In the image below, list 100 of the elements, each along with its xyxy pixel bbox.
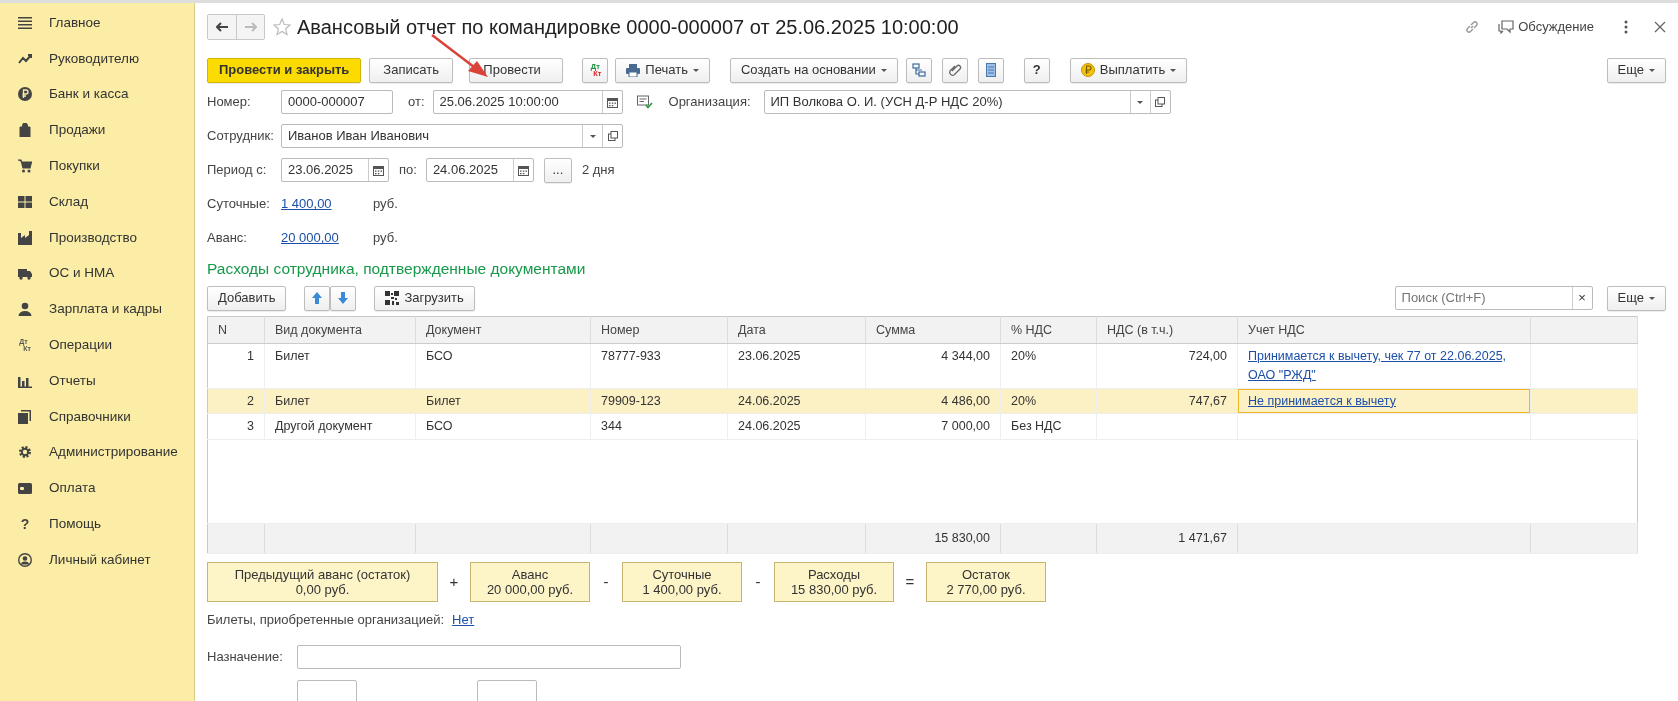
tickets-link[interactable]: Нет	[452, 610, 475, 630]
column-header[interactable]: N	[207, 316, 265, 344]
hierarchy-icon	[911, 63, 926, 77]
field-label: Номер:	[207, 93, 252, 112]
sidebar-item[interactable]: ? Помощь	[0, 506, 194, 542]
register-button[interactable]	[977, 57, 1004, 83]
sidebar-item[interactable]: Личный кабинет	[0, 541, 194, 578]
table-cell: 20%	[1000, 343, 1097, 388]
currency-text: руб.	[373, 229, 398, 248]
table-row[interactable]: 1 Билет БСО 78777-933 23.06.2025 4 344,00 20% 724,00 Принимается к вычету, чек 77 от 22.06.2025, ОАО "РЖД"	[207, 343, 1638, 388]
move-up-button[interactable]	[304, 285, 331, 311]
organization-field[interactable]: ИП Волкова О. И. (УСН Д-Р НДС 20%)	[763, 90, 1171, 114]
column-header[interactable]: Дата	[727, 316, 866, 344]
discussion-button[interactable]: Обсуждение	[1498, 17, 1594, 37]
total-cell: 15 830,00	[865, 523, 1001, 554]
open-icon	[607, 131, 618, 141]
date-field[interactable]: 25.06.2025 10:00:00	[432, 90, 623, 114]
more-button[interactable]: Еще	[1606, 285, 1666, 311]
summary-box: Предыдущий аванс (остаток) 0,00 руб.	[207, 562, 438, 602]
toolbar-button[interactable]: Записать	[369, 57, 454, 83]
ruble-coin-icon	[18, 87, 32, 102]
table-cell: 7 000,00	[865, 413, 1001, 440]
amount-link[interactable]: 20 000,00	[281, 228, 373, 248]
table-row[interactable]: 3 Другой документ БСО 344 24.06.2025 7 000,00 Без НДС	[207, 413, 1638, 440]
operator-sign: -	[602, 571, 610, 592]
move-down-button[interactable]	[330, 285, 357, 311]
sidebar-item[interactable]: Покупки	[0, 148, 194, 184]
column-header[interactable]: Документ	[415, 316, 591, 344]
column-header[interactable]: % НДС	[1000, 316, 1097, 344]
table-cell: 24.06.2025	[727, 413, 866, 440]
table-cell: Другой документ	[264, 413, 416, 440]
search-field[interactable]: Поиск (Ctrl+F) ×	[1394, 286, 1593, 310]
table-cell: 79909-123	[590, 388, 728, 414]
column-header[interactable]: Учет НДС	[1237, 316, 1531, 344]
caret-icon	[1170, 68, 1177, 72]
sidebar-item[interactable]: Отчеты	[0, 362, 194, 399]
menu-icon	[18, 15, 32, 30]
gear-icon	[18, 445, 32, 460]
input-field[interactable]	[297, 645, 681, 669]
link-icon[interactable]	[1464, 19, 1481, 35]
caret-icon	[1649, 68, 1655, 72]
more-icon[interactable]	[1624, 20, 1628, 34]
star-icon[interactable]	[273, 18, 291, 36]
table-cell: 2	[207, 388, 265, 414]
attach-button[interactable]	[941, 57, 968, 83]
add-button[interactable]: Добавить	[207, 285, 287, 311]
paperclip-icon	[947, 63, 962, 77]
employee-field[interactable]: Иванов Иван Иванович	[281, 124, 623, 148]
more-button[interactable]: Еще	[1606, 57, 1666, 83]
vat-accounting-link[interactable]: Принимается к вычету, чек 77 от 22.06.2025, ОАО "РЖД"	[1248, 347, 1520, 385]
table-row[interactable]: 2 Билет Билет 79909-123 24.06.2025 4 486,00 20% 747,67 Не принимается к вычету	[207, 388, 1638, 414]
sidebar-item[interactable]: Администрирование	[0, 434, 194, 471]
input-field[interactable]	[477, 680, 537, 701]
sidebar-item[interactable]: Склад	[0, 184, 194, 220]
summary-box: Расходы 15 830,00 руб.	[774, 562, 894, 602]
column-header[interactable]: Номер	[590, 316, 728, 344]
field-label: Суточные:	[207, 195, 271, 214]
back-button[interactable]	[208, 15, 236, 39]
input-field[interactable]	[297, 680, 357, 701]
print-button[interactable]: Печать	[615, 57, 710, 83]
sidebar-item[interactable]: Справочники	[0, 398, 194, 435]
help-button[interactable]: ?	[1023, 57, 1050, 83]
create-based-on-button[interactable]: Создать на основании	[729, 57, 898, 83]
pay-button[interactable]: Выплатить	[1069, 57, 1188, 83]
sidebar-item[interactable]: Продажи	[0, 112, 194, 149]
date-field[interactable]: 24.06.2025	[425, 158, 534, 182]
table-cell: Билет	[264, 343, 416, 388]
toolbar-button[interactable]: Провести	[469, 57, 564, 83]
sidebar-item[interactable]: Зарплата и кадры	[0, 291, 194, 328]
sidebar-item[interactable]: ОС и НМА	[0, 255, 194, 292]
total-cell: 1 471,67	[1096, 523, 1238, 554]
date-field[interactable]: 23.06.2025	[281, 158, 389, 182]
clear-button[interactable]: ×	[1571, 287, 1592, 309]
sidebar-item[interactable]: Оплата	[0, 470, 194, 507]
trend-icon	[18, 51, 32, 66]
select-period-button[interactable]: ...	[543, 157, 572, 183]
arrow-left-icon	[216, 22, 228, 32]
number-field[interactable]: 0000-000007	[281, 90, 393, 114]
close-icon[interactable]	[1654, 21, 1666, 33]
printer-icon	[626, 63, 641, 77]
coin-icon	[1080, 63, 1095, 77]
arrow-down-icon	[338, 292, 349, 304]
load-button[interactable]: Загрузить	[374, 285, 475, 311]
sidebar-item[interactable]: Производство	[0, 219, 194, 256]
column-header[interactable]: Сумма	[865, 316, 1001, 344]
calendar-icon	[606, 96, 618, 108]
column-header[interactable]: НДС (в т.ч.)	[1096, 316, 1238, 344]
sidebar-item[interactable]: Руководителю	[0, 40, 194, 77]
amount-link[interactable]: 1 400,00	[281, 194, 373, 214]
sidebar-item[interactable]: Банк и касса	[0, 76, 194, 113]
column-header[interactable]: Вид документа	[264, 316, 416, 344]
list-icon	[985, 63, 996, 77]
section-title: Расходы сотрудника, подтвержденные документами	[207, 259, 587, 280]
structure-button[interactable]	[905, 57, 932, 83]
sidebar-item[interactable]: Главное	[0, 5, 194, 41]
post-and-close-button[interactable]: Провести и закрыть	[207, 57, 362, 83]
table-cell: Билет	[415, 388, 591, 414]
user-circle-icon	[18, 552, 32, 567]
caret-icon	[589, 134, 596, 138]
summary-box: Остаток 2 770,00 руб.	[926, 562, 1046, 602]
